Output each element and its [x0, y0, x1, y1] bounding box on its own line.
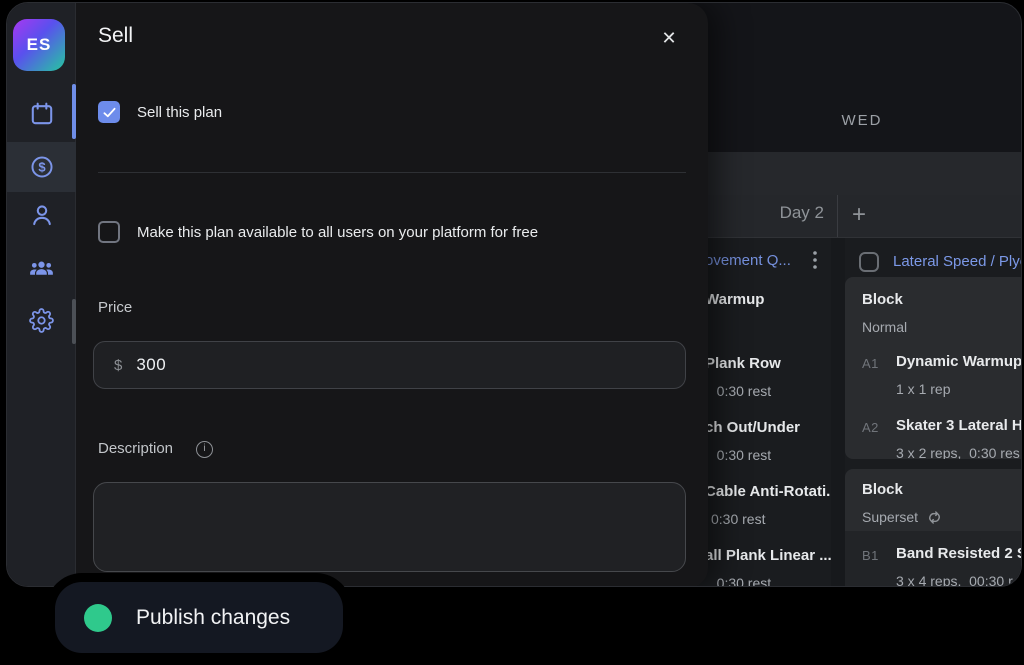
exercise-name: Warmup — [705, 290, 831, 310]
exercise-code: B1 — [862, 546, 879, 566]
exercise-name: Plank Row — [705, 354, 831, 374]
block-mode: Superset — [862, 507, 943, 527]
person-icon — [29, 202, 55, 228]
status-dot — [84, 604, 112, 632]
column-divider — [831, 238, 845, 586]
block-card[interactable]: Block Superset — [845, 469, 1022, 531]
block-label: Block — [862, 480, 903, 500]
sell-modal: Sell ✕ Sell this plan Make this plan ava… — [76, 3, 708, 587]
calendar-icon — [29, 101, 55, 127]
exercise-name: Dynamic Warmup — [896, 352, 1022, 372]
workout-title-link[interactable]: ovement Q... — [705, 252, 809, 269]
close-icon[interactable]: ✕ — [654, 23, 684, 53]
publish-label: Publish changes — [136, 606, 290, 630]
block-mode: Normal — [862, 317, 907, 337]
tab-day-2[interactable]: Day 2 — [701, 203, 824, 223]
svg-text:$: $ — [38, 160, 46, 175]
exercise-detail: , 0:30 rest — [705, 445, 831, 465]
sidebar-item-calendar[interactable] — [7, 89, 76, 139]
sidebar: ES $ — [7, 3, 76, 587]
scrollbar-thumb[interactable] — [72, 299, 76, 344]
description-textarea[interactable] — [93, 482, 686, 572]
exercise-detail: 3 x 2 reps, 0:30 res — [896, 443, 1020, 459]
app-window: WED Day 2 + ovement Q... Warmup Plank Ro… — [6, 2, 1022, 587]
modal-title: Sell — [98, 24, 133, 48]
check-icon — [102, 105, 117, 120]
price-value: 300 — [136, 355, 166, 375]
people-group-icon — [28, 255, 55, 282]
exercise-detail: 3 x 4 reps, 00:30 r — [896, 571, 1013, 586]
exercise-name: all Plank Linear ... — [705, 546, 831, 566]
workspace-logo[interactable]: ES — [13, 19, 65, 71]
currency-symbol: $ — [114, 357, 122, 374]
divider — [98, 172, 686, 173]
block-label: Block — [862, 290, 903, 310]
description-label: Description — [98, 440, 173, 457]
exercise-detail: , 0:30 rest — [705, 573, 831, 587]
exercise-detail: 1 x 1 rep — [896, 379, 950, 399]
sidebar-item-payments[interactable]: $ — [7, 142, 76, 192]
screen: WED Day 2 + ovement Q... Warmup Plank Ro… — [0, 0, 1024, 665]
block-card[interactable]: B1 Band Resisted 2 Step 3 x 4 reps, 00:3… — [845, 531, 1022, 586]
exercise-row: ch Out/Under , 0:30 rest — [705, 418, 831, 465]
exercise-row: Cable Anti-Rotati... 0:30 rest — [705, 482, 831, 529]
dollar-circle-icon: $ — [29, 154, 55, 180]
sidebar-item-team[interactable] — [7, 243, 76, 293]
exercise-detail: , 0:30 rest — [705, 381, 831, 401]
workout-title-link[interactable]: Lateral Speed / Plyo — [893, 253, 1022, 270]
weekday-label: WED — [701, 112, 1022, 129]
superset-repeat-icon — [926, 509, 943, 526]
free-plan-label: Make this plan available to all users on… — [137, 224, 538, 241]
sidebar-item-profile[interactable] — [7, 190, 76, 240]
exercise-name: Band Resisted 2 Step — [896, 544, 1022, 564]
free-plan-checkbox[interactable] — [98, 221, 120, 243]
info-icon[interactable]: i — [196, 441, 213, 458]
price-input[interactable]: $ 300 — [93, 341, 686, 389]
active-nav-indicator — [72, 84, 76, 139]
day-tab-divider — [837, 195, 838, 237]
block-card[interactable]: Block Normal A1 Dynamic Warmup 1 x 1 rep… — [845, 277, 1022, 459]
exercise-name: ch Out/Under — [705, 418, 831, 438]
exercise-row: all Plank Linear ... , 0:30 rest — [705, 546, 831, 587]
price-label: Price — [98, 299, 132, 316]
exercise-row: Warmup — [705, 290, 831, 310]
kebab-menu-icon[interactable] — [810, 249, 820, 273]
exercise-name: Cable Anti-Rotati... — [705, 482, 831, 502]
add-day-button[interactable]: + — [846, 200, 872, 230]
exercise-row: Plank Row , 0:30 rest — [705, 354, 831, 401]
publish-changes-button[interactable]: Publish changes — [55, 582, 343, 653]
gear-icon — [29, 308, 54, 333]
sidebar-item-settings[interactable] — [7, 295, 76, 345]
sell-plan-checkbox[interactable] — [98, 101, 120, 123]
exercise-code: A1 — [862, 354, 879, 374]
workout-select-checkbox[interactable] — [859, 252, 879, 272]
exercise-name: Skater 3 Lateral Hop — [896, 416, 1022, 436]
sell-plan-label: Sell this plan — [137, 104, 222, 121]
exercise-detail: 0:30 rest — [705, 509, 831, 529]
exercise-code: A2 — [862, 418, 879, 438]
